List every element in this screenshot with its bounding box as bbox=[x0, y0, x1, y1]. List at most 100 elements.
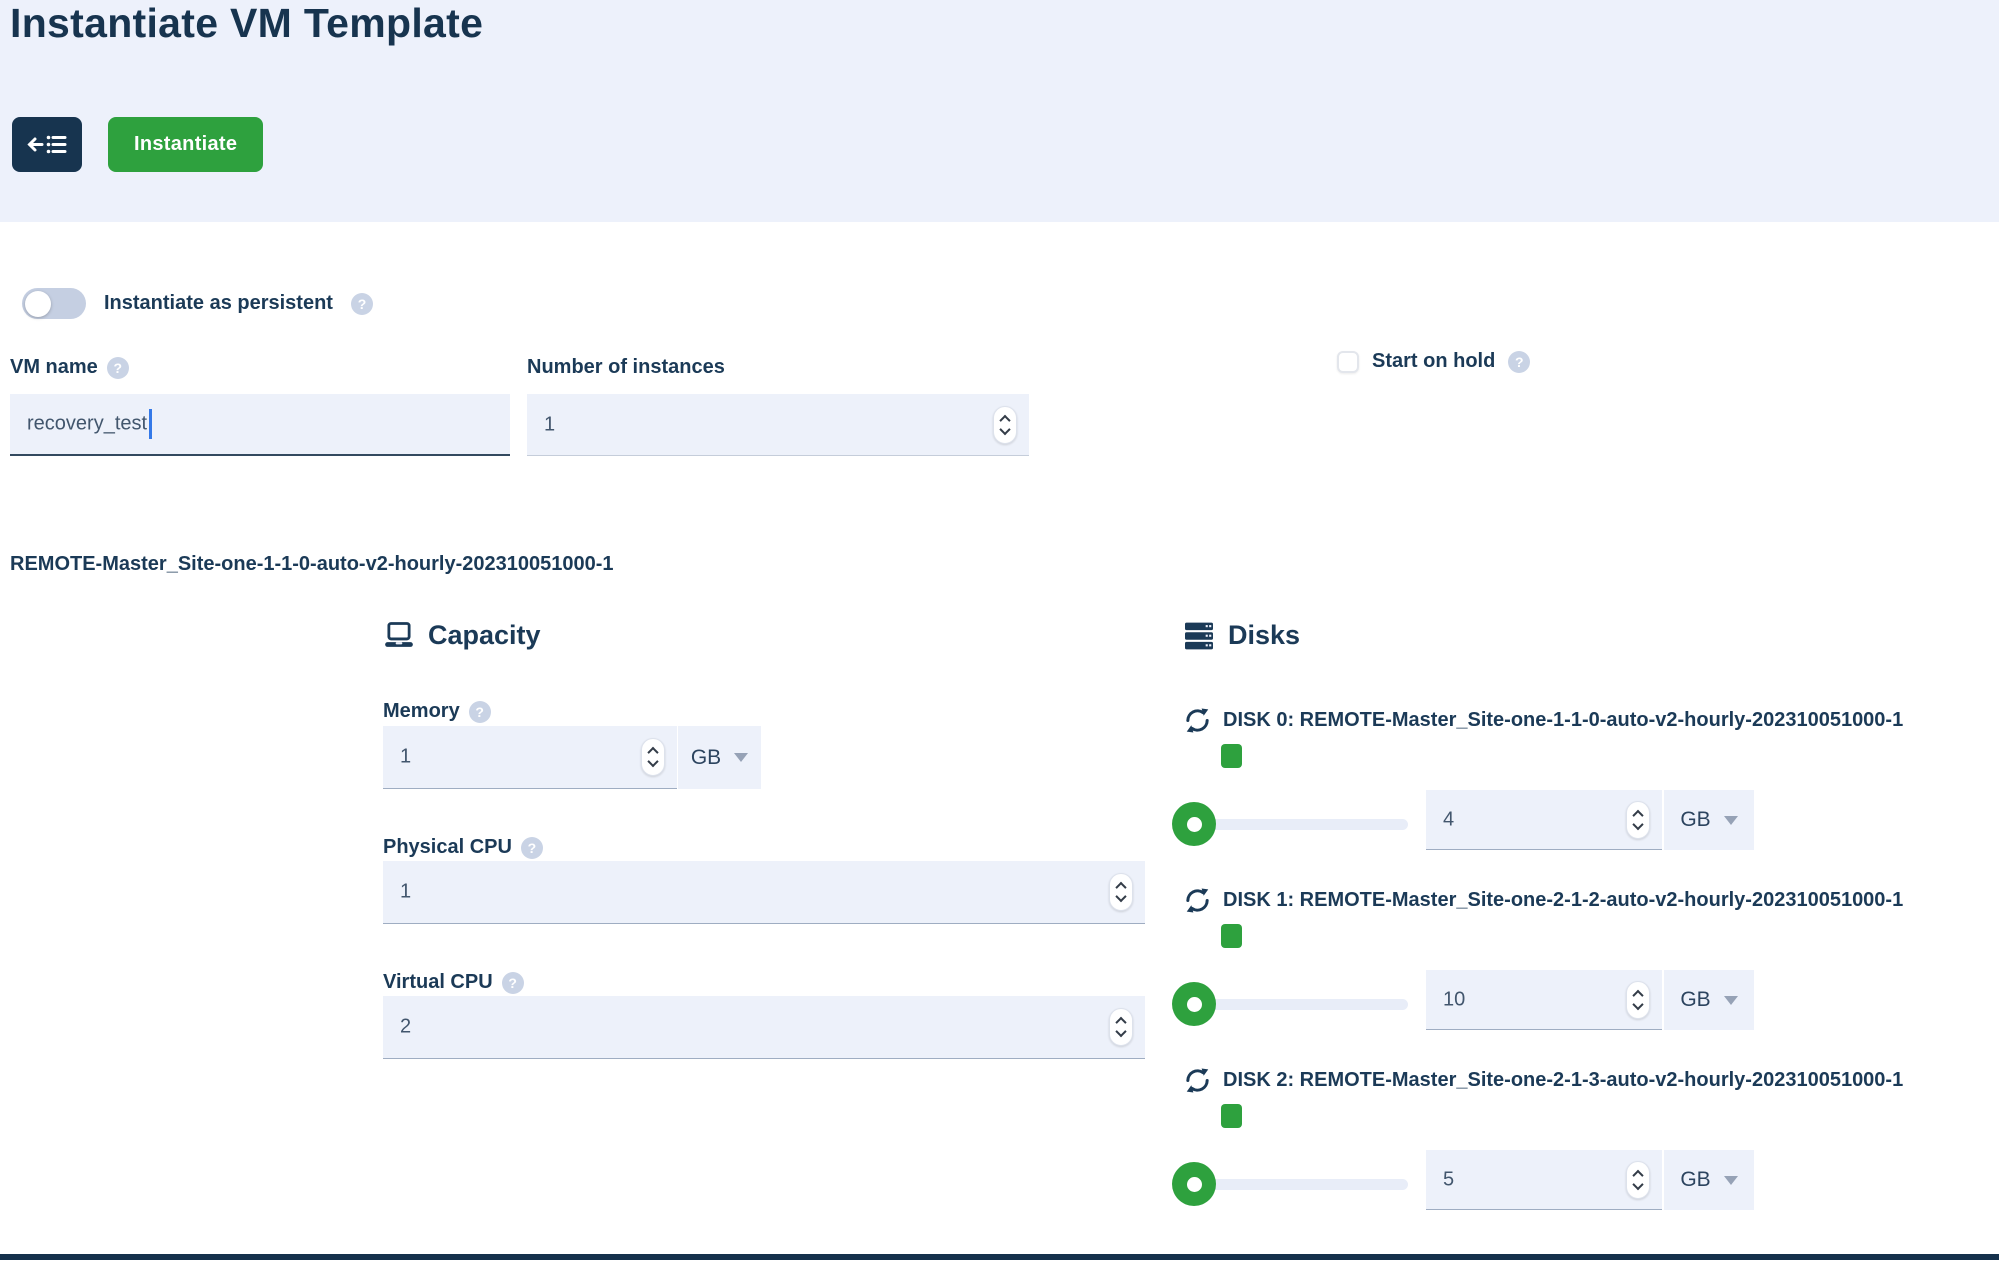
server-stack-icon bbox=[1183, 621, 1215, 651]
recycle-icon bbox=[1183, 706, 1212, 735]
up-down-stepper-icon[interactable] bbox=[1626, 981, 1650, 1019]
vm-name-value: recovery_test bbox=[27, 413, 147, 436]
disk-label: DISK 0: REMOTE-Master_Site-one-1-1-0-aut… bbox=[1223, 709, 1903, 732]
question-mark-icon[interactable] bbox=[107, 357, 129, 379]
disk-size-input[interactable]: 5 bbox=[1426, 1150, 1662, 1210]
disk-label: DISK 2: REMOTE-Master_Site-one-2-1-3-aut… bbox=[1223, 1069, 1903, 1092]
instantiate-vm-template-page: Instantiate VM Template Instantiate Inst… bbox=[0, 0, 1999, 1264]
toggle-knob bbox=[25, 291, 51, 317]
disk-size-control: 10 GB bbox=[1426, 970, 1754, 1030]
instances-label: Number of instances bbox=[527, 356, 725, 379]
vm-name-input[interactable]: recovery_test bbox=[10, 394, 510, 456]
disk-size-slider-thumb[interactable] bbox=[1172, 982, 1216, 1026]
question-mark-icon[interactable] bbox=[1508, 351, 1530, 373]
recycle-icon bbox=[1183, 886, 1212, 915]
memory-unit-select[interactable]: GB bbox=[678, 726, 761, 789]
disk-size-slider-thumb[interactable] bbox=[1172, 802, 1216, 846]
vm-name-label-row: VM name bbox=[10, 356, 129, 379]
memory-label-row: Memory bbox=[383, 700, 491, 723]
disk-size-slider-track[interactable] bbox=[1194, 999, 1408, 1010]
disk-header: DISK 1: REMOTE-Master_Site-one-2-1-2-aut… bbox=[1183, 886, 1903, 915]
disk-size-control: 4 GB bbox=[1426, 790, 1754, 850]
selected-template-name: REMOTE-Master_Site-one-1-1-0-auto-v2-hou… bbox=[10, 553, 614, 576]
disk-size-unit-select[interactable]: GB bbox=[1664, 1150, 1754, 1210]
memory-input[interactable]: 1 bbox=[383, 726, 677, 789]
disk-header: DISK 2: REMOTE-Master_Site-one-2-1-3-aut… bbox=[1183, 1066, 1903, 1095]
start-on-hold-checkbox[interactable] bbox=[1337, 351, 1359, 373]
disk-size-unit-value: GB bbox=[1680, 808, 1710, 832]
memory-label: Memory bbox=[383, 700, 460, 723]
chevron-down-icon bbox=[1724, 816, 1738, 825]
up-down-stepper-icon[interactable] bbox=[1626, 801, 1650, 839]
disk-header: DISK 0: REMOTE-Master_Site-one-1-1-0-aut… bbox=[1183, 706, 1903, 735]
disk-status-square bbox=[1221, 744, 1242, 768]
up-down-stepper-icon[interactable] bbox=[1109, 1008, 1133, 1046]
question-mark-icon[interactable] bbox=[502, 972, 524, 994]
physical-cpu-label: Physical CPU bbox=[383, 836, 512, 859]
memory-unit-value: GB bbox=[691, 746, 721, 770]
virtual-cpu-value: 2 bbox=[400, 1016, 411, 1039]
chevron-down-icon bbox=[1724, 1176, 1738, 1185]
up-down-stepper-icon[interactable] bbox=[641, 738, 665, 776]
question-mark-icon[interactable] bbox=[469, 701, 491, 723]
disk-size-value: 4 bbox=[1443, 808, 1454, 831]
disk-row: DISK 0: REMOTE-Master_Site-one-1-1-0-aut… bbox=[1183, 700, 1999, 872]
chevron-down-icon bbox=[1724, 996, 1738, 1005]
disk-size-unit-select[interactable]: GB bbox=[1664, 970, 1754, 1030]
disk-label: DISK 1: REMOTE-Master_Site-one-2-1-2-aut… bbox=[1223, 889, 1903, 912]
instances-value: 1 bbox=[544, 413, 555, 436]
back-list-icon bbox=[26, 131, 68, 158]
virtual-cpu-label: Virtual CPU bbox=[383, 971, 493, 994]
bottom-divider bbox=[0, 1254, 1999, 1260]
vm-name-label: VM name bbox=[10, 356, 98, 379]
disk-size-control: 5 GB bbox=[1426, 1150, 1754, 1210]
persistent-toggle-row: Instantiate as persistent bbox=[22, 288, 373, 319]
memory-control: 1 GB bbox=[383, 726, 761, 789]
start-on-hold-label: Start on hold bbox=[1372, 350, 1495, 373]
disk-size-slider-track[interactable] bbox=[1194, 819, 1408, 830]
instances-input[interactable]: 1 bbox=[527, 394, 1029, 456]
disk-size-slider-thumb[interactable] bbox=[1172, 1162, 1216, 1206]
disk-size-input[interactable]: 10 bbox=[1426, 970, 1662, 1030]
disk-size-unit-select[interactable]: GB bbox=[1664, 790, 1754, 850]
question-mark-icon[interactable] bbox=[521, 837, 543, 859]
up-down-stepper-icon[interactable] bbox=[993, 406, 1017, 444]
slider-thumb-hole bbox=[1187, 817, 1202, 832]
chevron-down-icon bbox=[734, 753, 748, 762]
page-header: Instantiate VM Template Instantiate bbox=[0, 0, 1999, 222]
text-caret bbox=[149, 409, 152, 439]
recycle-icon bbox=[1183, 1066, 1212, 1095]
disk-row: DISK 1: REMOTE-Master_Site-one-2-1-2-aut… bbox=[1183, 880, 1999, 1052]
memory-value: 1 bbox=[400, 746, 411, 769]
up-down-stepper-icon[interactable] bbox=[1109, 873, 1133, 911]
up-down-stepper-icon[interactable] bbox=[1626, 1161, 1650, 1199]
instantiate-button[interactable]: Instantiate bbox=[108, 117, 263, 172]
start-on-hold-row: Start on hold bbox=[1337, 350, 1530, 373]
disk-size-value: 5 bbox=[1443, 1168, 1454, 1191]
monitor-icon bbox=[383, 621, 415, 651]
page-title: Instantiate VM Template bbox=[10, 0, 483, 52]
slider-thumb-hole bbox=[1187, 997, 1202, 1012]
disk-size-unit-value: GB bbox=[1680, 988, 1710, 1012]
disk-size-value: 10 bbox=[1443, 988, 1465, 1011]
disks-section-heading: Disks bbox=[1183, 620, 1300, 651]
slider-thumb-hole bbox=[1187, 1177, 1202, 1192]
persistent-toggle-switch[interactable] bbox=[22, 288, 86, 319]
capacity-heading-text: Capacity bbox=[428, 620, 541, 651]
physical-cpu-value: 1 bbox=[400, 881, 411, 904]
capacity-section-heading: Capacity bbox=[383, 620, 541, 651]
virtual-cpu-label-row: Virtual CPU bbox=[383, 971, 524, 994]
disks-heading-text: Disks bbox=[1228, 620, 1300, 651]
disk-status-square bbox=[1221, 924, 1242, 948]
disk-size-slider-track[interactable] bbox=[1194, 1179, 1408, 1190]
disk-status-square bbox=[1221, 1104, 1242, 1128]
disk-size-unit-value: GB bbox=[1680, 1168, 1710, 1192]
physical-cpu-input[interactable]: 1 bbox=[383, 861, 1145, 924]
back-to-list-button[interactable] bbox=[12, 117, 82, 172]
physical-cpu-label-row: Physical CPU bbox=[383, 836, 543, 859]
virtual-cpu-input[interactable]: 2 bbox=[383, 996, 1145, 1059]
disk-size-input[interactable]: 4 bbox=[1426, 790, 1662, 850]
persistent-toggle-label: Instantiate as persistent bbox=[104, 292, 333, 315]
question-mark-icon[interactable] bbox=[351, 293, 373, 315]
disk-row: DISK 2: REMOTE-Master_Site-one-2-1-3-aut… bbox=[1183, 1060, 1999, 1232]
